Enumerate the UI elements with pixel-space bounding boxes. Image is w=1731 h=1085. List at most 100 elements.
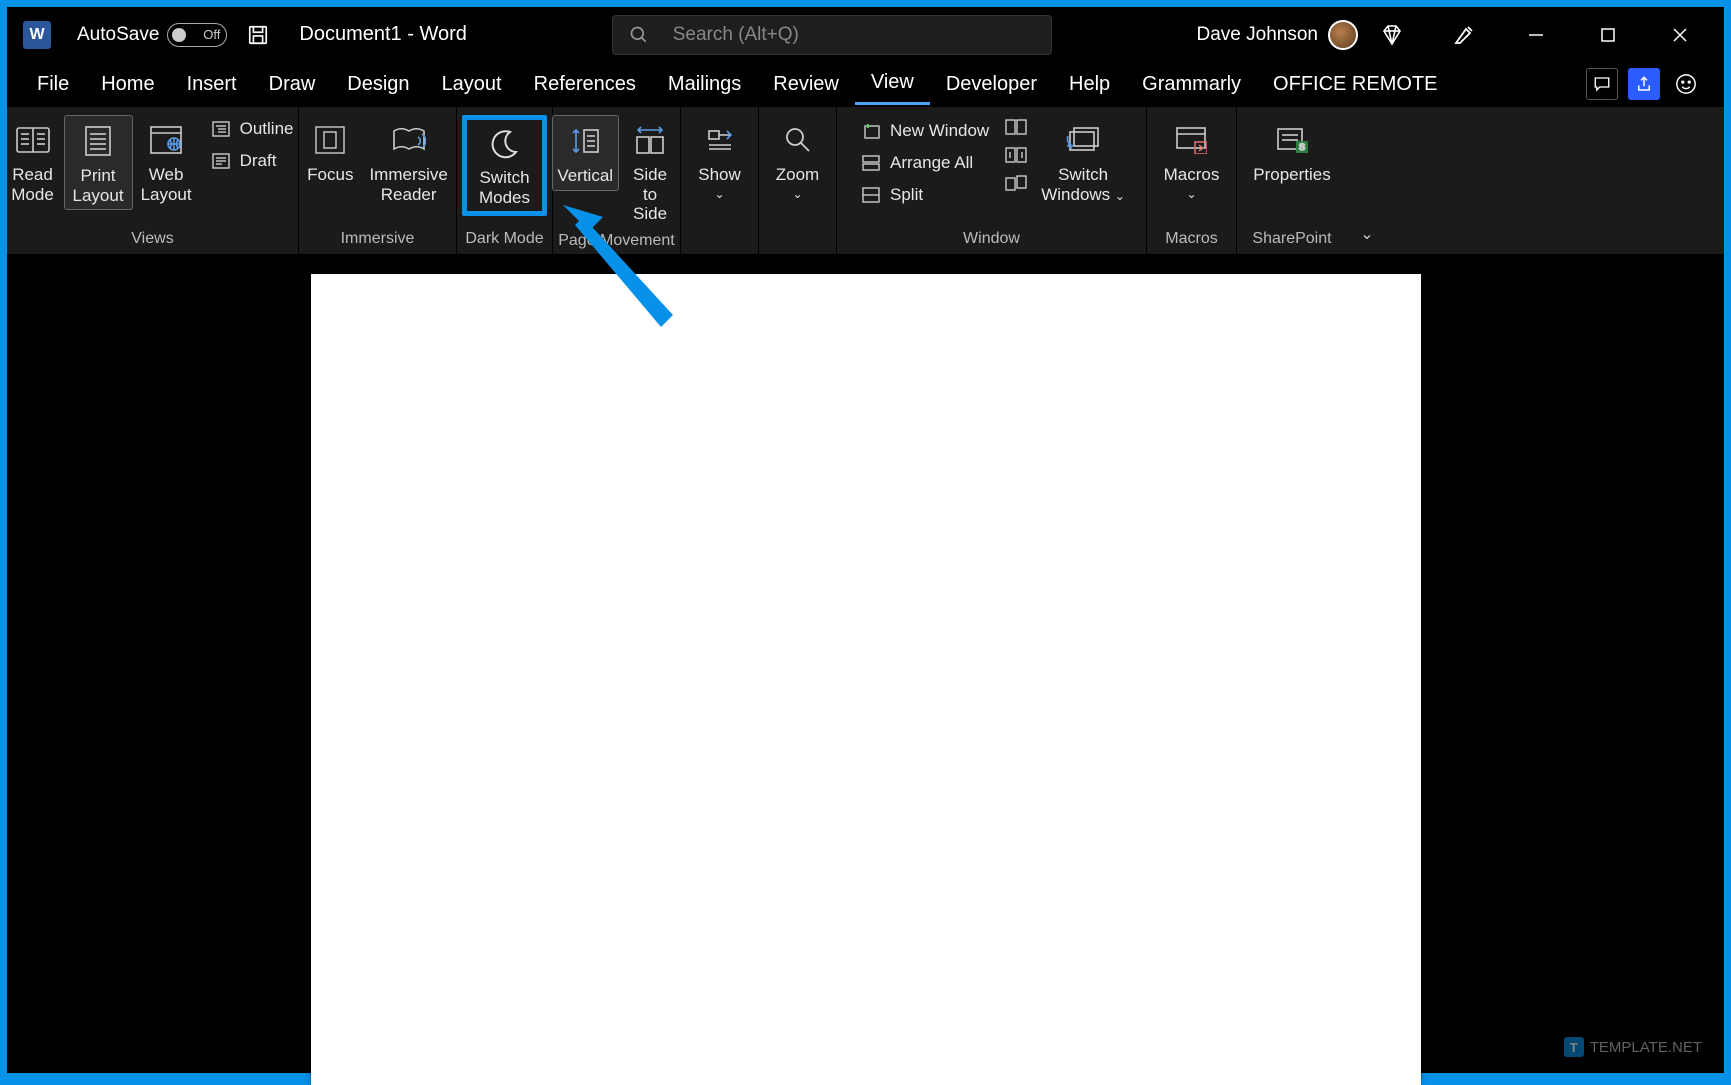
tab-home[interactable]: Home: [85, 65, 170, 104]
group-macros: Macros ⌄ Macros: [1147, 107, 1237, 254]
tab-insert[interactable]: Insert: [171, 65, 253, 104]
toggle-state: Off: [203, 27, 220, 42]
collapse-ribbon-button[interactable]: ⌄: [1347, 107, 1387, 254]
view-side-by-side-icon[interactable]: [1005, 119, 1027, 135]
reset-window-icon[interactable]: [1005, 175, 1027, 191]
close-button[interactable]: [1666, 21, 1694, 49]
tab-draw[interactable]: Draw: [253, 65, 332, 104]
group-label-macros: Macros: [1165, 226, 1217, 254]
share-icon[interactable]: [1628, 68, 1660, 100]
group-show: Show ⌄ Show: [681, 107, 759, 254]
print-layout-button[interactable]: Print Layout: [64, 115, 133, 210]
minimize-button[interactable]: [1522, 21, 1550, 49]
chevron-down-icon: ⌄: [1186, 187, 1196, 201]
toggle-knob: [172, 28, 186, 42]
pen-icon[interactable]: [1450, 21, 1478, 49]
vertical-button[interactable]: Vertical: [552, 115, 619, 191]
group-label-page-movement: Page Movement: [558, 228, 675, 256]
ribbon: Read Mode Print Layout Web Layout Outlin…: [7, 106, 1724, 254]
side-to-side-button[interactable]: Side to Side: [619, 115, 682, 228]
focus-button[interactable]: Focus: [299, 115, 361, 189]
switch-windows-button[interactable]: Switch Windows ⌄: [1033, 115, 1133, 208]
tab-mailings[interactable]: Mailings: [652, 65, 757, 104]
draft-button[interactable]: Draft: [206, 149, 298, 173]
search-placeholder: Search (Alt+Q): [673, 24, 799, 46]
user-account[interactable]: Dave Johnson: [1197, 20, 1358, 50]
draft-icon: [210, 153, 232, 169]
read-mode-button[interactable]: Read Mode: [2, 115, 64, 208]
group-views: Read Mode Print Layout Web Layout Outlin…: [7, 107, 299, 254]
focus-icon: [315, 121, 345, 159]
print-layout-icon: [84, 122, 112, 160]
chevron-down-icon: ⌄: [1115, 189, 1125, 203]
tab-layout[interactable]: Layout: [426, 65, 518, 104]
autosave-toggle[interactable]: AutoSave Off: [77, 23, 227, 47]
show-button[interactable]: Show ⌄: [689, 115, 751, 205]
tab-design[interactable]: Design: [331, 65, 425, 104]
user-name: Dave Johnson: [1197, 24, 1318, 46]
autosave-label: AutoSave: [77, 24, 159, 46]
toggle-switch[interactable]: Off: [167, 23, 227, 47]
group-page-movement: Vertical Side to Side Page Movement: [553, 107, 681, 254]
sync-scroll-icon[interactable]: [1005, 147, 1027, 163]
group-zoom: Zoom ⌄ Zoom: [759, 107, 837, 254]
save-icon[interactable]: [247, 24, 269, 46]
tab-help[interactable]: Help: [1053, 65, 1126, 104]
document-area[interactable]: [7, 262, 1724, 1073]
title-bar: W AutoSave Off Document1 - Word Search (…: [7, 7, 1724, 62]
tab-references[interactable]: References: [518, 65, 652, 104]
web-layout-button[interactable]: Web Layout: [133, 115, 200, 208]
immersive-reader-button[interactable]: Immersive Reader: [361, 115, 455, 208]
outline-icon: [210, 121, 232, 137]
tab-grammarly[interactable]: Grammarly: [1126, 65, 1257, 104]
new-window-button[interactable]: New Window: [856, 119, 993, 143]
diamond-icon[interactable]: [1378, 21, 1406, 49]
comments-icon[interactable]: [1586, 68, 1618, 100]
app-icon: W: [23, 21, 51, 49]
tab-view[interactable]: View: [855, 63, 930, 105]
search-box[interactable]: Search (Alt+Q): [612, 15, 1052, 55]
read-mode-icon: [16, 121, 50, 159]
watermark-text: TEMPLATE.NET: [1590, 1039, 1702, 1056]
watermark-badge: T: [1564, 1037, 1584, 1057]
moon-icon: [488, 124, 522, 162]
split-button[interactable]: Split: [856, 183, 993, 207]
immersive-reader-icon: [392, 121, 426, 159]
chevron-down-icon: ⌄: [792, 187, 802, 201]
tab-office-remote[interactable]: OFFICE REMOTE: [1257, 65, 1453, 104]
group-label-immersive: Immersive: [341, 226, 415, 254]
split-icon: [860, 187, 882, 203]
maximize-button[interactable]: [1594, 21, 1622, 49]
group-label-sharepoint: SharePoint: [1252, 226, 1331, 254]
new-window-icon: [860, 123, 882, 139]
tab-review[interactable]: Review: [757, 65, 855, 104]
smiley-icon[interactable]: [1670, 68, 1702, 100]
switch-modes-button[interactable]: Switch Modes: [462, 115, 547, 216]
chevron-down-icon: ⌄: [714, 187, 724, 201]
tab-file[interactable]: File: [21, 65, 85, 104]
ribbon-tabs: File Home Insert Draw Design Layout Refe…: [7, 62, 1724, 106]
group-label-views: Views: [131, 226, 173, 254]
side-to-side-icon: [634, 121, 666, 159]
arrange-all-button[interactable]: Arrange All: [856, 151, 993, 175]
watermark: T TEMPLATE.NET: [1564, 1037, 1702, 1057]
outline-button[interactable]: Outline: [206, 117, 298, 141]
zoom-button[interactable]: Zoom ⌄: [767, 115, 829, 205]
svg-text:S: S: [1299, 142, 1305, 152]
document-title: Document1 - Word: [299, 23, 466, 46]
vertical-icon: [570, 122, 600, 160]
arrange-all-icon: [860, 155, 882, 171]
show-icon: [707, 121, 733, 159]
document-page[interactable]: [311, 274, 1421, 1085]
properties-icon: S: [1276, 121, 1308, 159]
group-window: New Window Arrange All Split: [837, 107, 1147, 254]
web-layout-icon: [150, 121, 182, 159]
search-icon: [629, 25, 649, 45]
tab-developer[interactable]: Developer: [930, 65, 1053, 104]
macros-icon: [1175, 121, 1207, 159]
properties-button[interactable]: S Properties: [1245, 115, 1338, 189]
zoom-icon: [785, 121, 811, 159]
macros-button[interactable]: Macros ⌄: [1156, 115, 1228, 205]
group-immersive: Focus Immersive Reader Immersive: [299, 107, 457, 254]
switch-windows-icon: [1066, 121, 1100, 159]
